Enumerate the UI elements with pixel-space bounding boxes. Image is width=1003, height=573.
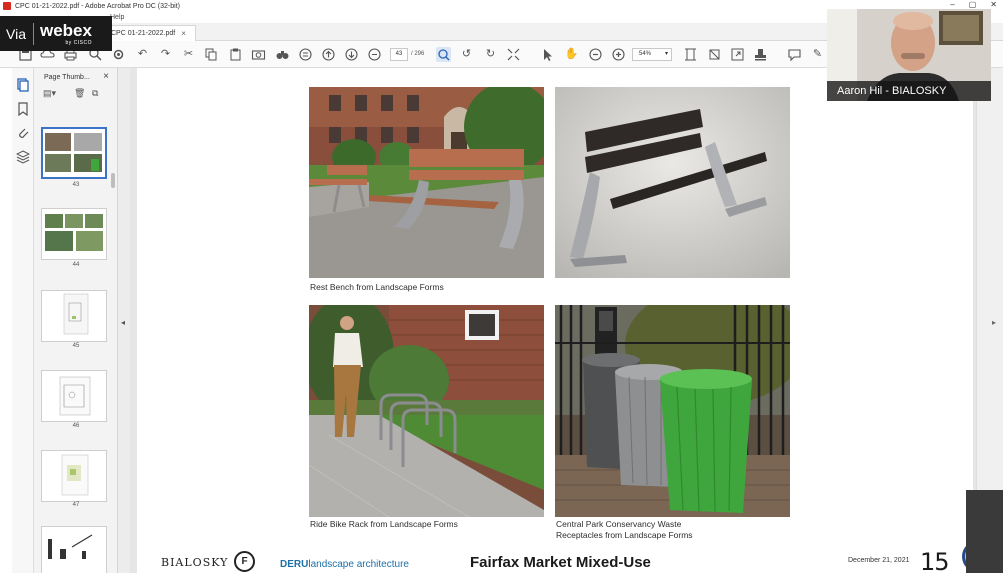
page-thumbnail-44[interactable] [41, 208, 107, 260]
crop-icon[interactable] [707, 47, 722, 62]
page-thumbnail-43[interactable] [41, 127, 107, 179]
close-window-icon[interactable]: ✕ [990, 0, 997, 9]
zoom-level-select[interactable]: 54% ▾ [632, 48, 672, 61]
webex-by-cisco: by CISCO [65, 39, 92, 46]
thumbnail-page-number: 44 [72, 262, 80, 268]
footer-partner: DERUlandscape architecture [280, 559, 409, 570]
rotate-left-icon[interactable]: ↺ [459, 47, 474, 62]
zoom-out-icon[interactable] [588, 47, 603, 62]
marquee-zoom-icon[interactable] [436, 47, 451, 62]
fit-page-icon[interactable] [506, 47, 521, 62]
webex-logo: webex by CISCO [34, 22, 92, 46]
footer-page-number: 15 [920, 548, 950, 573]
thumbnails-toolbar: ▤▾ 🗑 ⧉ [34, 86, 117, 102]
window-controls: – ▢ ✕ [950, 0, 997, 9]
participant-video-tile[interactable]: Aaron Hil - BIALOSKY [827, 9, 991, 101]
maximize-icon[interactable]: ▢ [969, 0, 977, 9]
redo-icon[interactable]: ↷ [158, 47, 173, 62]
thumbnail-options-icon[interactable]: ▤▾ [43, 88, 56, 99]
hand-tool-icon[interactable]: ✋ [564, 47, 579, 62]
caption-bike-rack: Ride Bike Rack from Landscape Forms [310, 519, 458, 529]
thumbnail-page-number: 47 [72, 502, 80, 508]
photo-ride-bike-rack [309, 305, 544, 517]
participant-name: Aaron Hil - BIALOSKY [827, 81, 991, 101]
delete-page-icon[interactable]: 🗑 [74, 88, 85, 99]
thumbnails-scrollbar[interactable] [111, 173, 115, 188]
photo-rest-bench-outdoor [309, 87, 544, 278]
thumbnail-page-number: 46 [72, 423, 80, 429]
layers-icon[interactable] [15, 150, 31, 164]
scissors-icon[interactable]: ✂ [181, 47, 196, 62]
photo-waste-receptacles [555, 305, 790, 517]
floating-panel-tab[interactable] [966, 490, 1003, 573]
attachment-paperclip-icon[interactable] [16, 126, 30, 140]
page-thumbnails-panel: Page Thumb... × ▤▾ 🗑 ⧉ 43 44 45 46 47 [34, 68, 118, 573]
scroll-mode-icon[interactable] [683, 47, 698, 62]
page-circle-icon[interactable] [367, 47, 382, 62]
bookmark-icon[interactable] [16, 102, 30, 117]
window-title: CPC 01-21-2022.pdf - Adobe Acrobat Pro D… [15, 2, 180, 10]
page-number-input[interactable]: 43 [390, 48, 408, 61]
page-total: / 296 [411, 51, 425, 57]
navigation-rail [12, 68, 34, 573]
undo-icon[interactable]: ↶ [135, 47, 150, 62]
page-thumbnail-48[interactable] [41, 526, 107, 573]
pen-icon[interactable]: ✎ [810, 47, 825, 62]
comment-icon[interactable] [787, 47, 802, 62]
close-tab-icon[interactable]: × [181, 29, 186, 38]
select-cursor-icon[interactable] [540, 47, 555, 62]
close-panel-icon[interactable]: × [103, 71, 109, 82]
thumbnail-page-number: 45 [72, 343, 80, 349]
camera-snapshot-icon[interactable] [251, 47, 266, 62]
chevron-down-icon: ▾ [664, 51, 668, 57]
list-circle-icon[interactable] [298, 47, 313, 62]
page-thumbnails-icon[interactable] [16, 78, 30, 92]
webex-brand-text: webex [40, 20, 92, 40]
menu-item-help[interactable]: Help [110, 14, 124, 21]
webex-badge: Via webex by CISCO [0, 16, 112, 51]
rotate-right-icon[interactable]: ↻ [483, 47, 498, 62]
webex-via-label: Via [6, 25, 26, 42]
footer-partner-rest: landscape architecture [308, 559, 409, 570]
caption-waste-receptacles-line1: Central Park Conservancy Waste [556, 519, 682, 529]
acrobat-window: CPC 01-21-2022.pdf - Adobe Acrobat Pro D… [0, 0, 1003, 573]
zoom-level-value: 54% [639, 51, 652, 57]
extract-page-icon[interactable]: ⧉ [92, 88, 98, 99]
footer-date: December 21, 2021 [848, 557, 910, 564]
caption-rest-bench: Rest Bench from Landscape Forms [310, 282, 444, 292]
minimize-icon[interactable]: – [950, 0, 954, 9]
footer-logo-letter: F [241, 556, 248, 567]
full-screen-icon[interactable] [730, 47, 745, 62]
document-tab-label: CPC 01-21-2022.pdf [111, 30, 176, 37]
footer-firm-name: BIALOSKY [161, 556, 229, 569]
binoculars-icon[interactable] [275, 47, 290, 62]
acrobat-app-icon [3, 2, 11, 10]
page-down-icon[interactable] [344, 47, 359, 62]
footer-project-title: Fairfax Market Mixed-Use [470, 554, 651, 571]
caption-waste-receptacles-line2: Receptacles from Landscape Forms [556, 530, 693, 540]
page-thumbnail-47[interactable] [41, 450, 107, 502]
footer-partner-bold: DERU [280, 559, 309, 570]
thumbnail-page-number: 43 [72, 182, 80, 188]
footer-logo-circle: F [234, 551, 255, 572]
thumbnails-panel-title: Page Thumb... [44, 73, 90, 81]
settings-gear-icon[interactable] [111, 47, 126, 62]
copy-icon[interactable] [204, 47, 219, 62]
page-thumbnail-46[interactable] [41, 370, 107, 422]
stamp-icon[interactable] [753, 47, 768, 62]
panel-collapse-strip[interactable]: ◂ [118, 68, 130, 573]
clipboard-icon[interactable] [228, 47, 243, 62]
expand-right-icon[interactable]: ▸ [992, 318, 996, 327]
zoom-in-icon[interactable] [611, 47, 626, 62]
collapse-left-icon[interactable]: ◂ [121, 318, 125, 327]
document-tab[interactable]: CPC 01-21-2022.pdf × [104, 25, 196, 41]
page-thumbnail-45[interactable] [41, 290, 107, 342]
page-up-icon[interactable] [321, 47, 336, 62]
photo-rest-bench-studio [555, 87, 790, 278]
